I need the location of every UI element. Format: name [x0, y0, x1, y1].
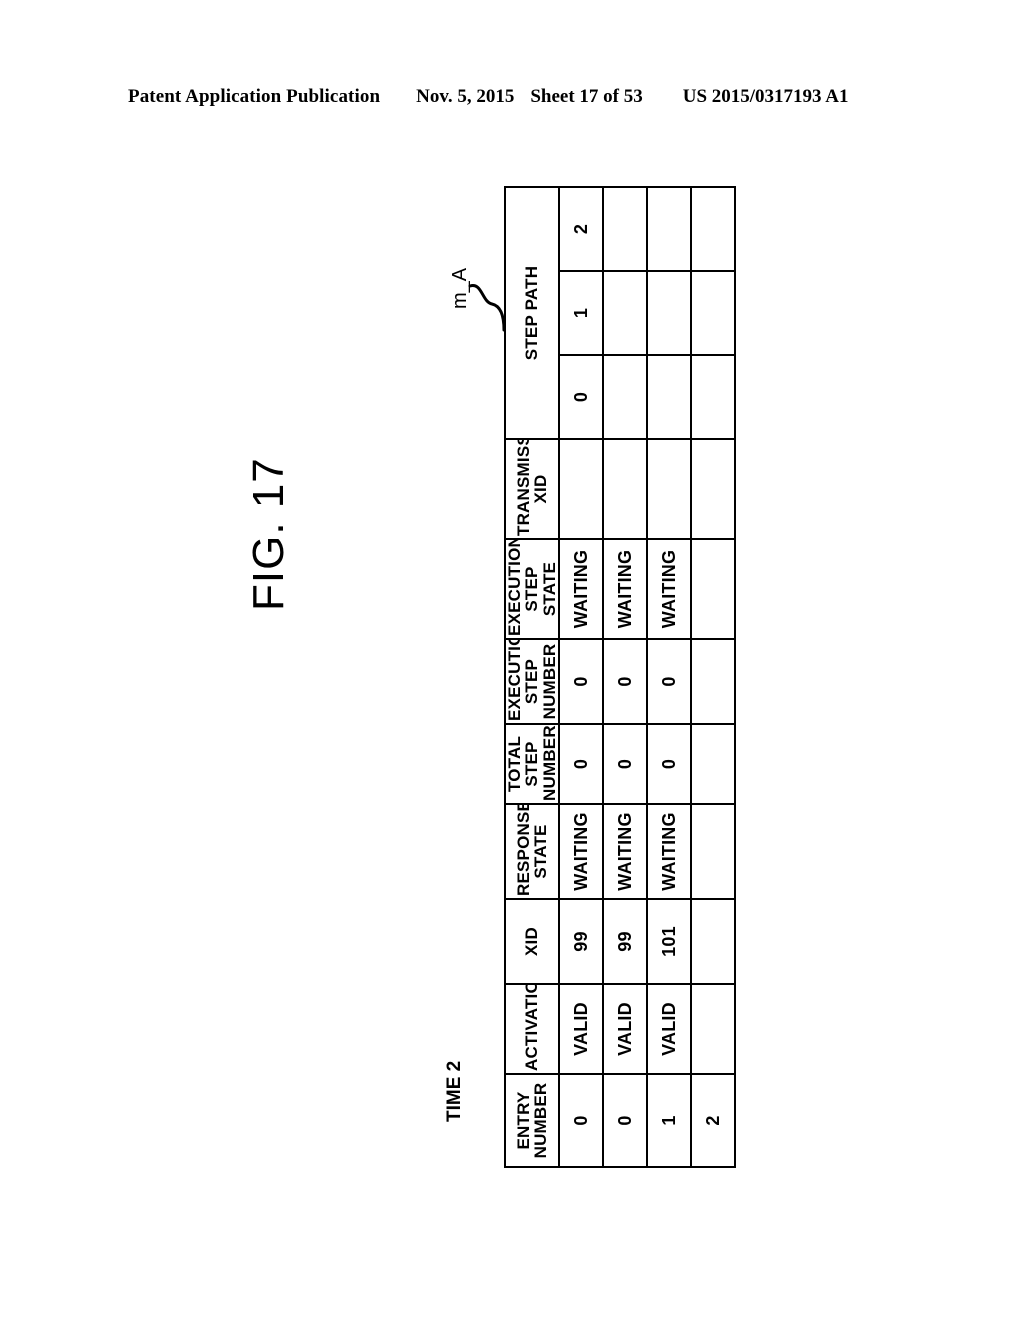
cell-execution-step-number: [690, 639, 735, 724]
header-total-step-number-line3: NUMBER: [539, 725, 559, 801]
publication-date: Nov. 5, 2015: [416, 86, 515, 107]
entry-table: ENTRY NUMBER ACTIVATION XID RESPONSE STA…: [504, 186, 736, 1168]
header-execution-step-number-line1: EXECUTION: [505, 639, 524, 721]
header-step-path: STEP PATH: [505, 186, 559, 439]
cell-step-path-1: 1: [558, 271, 603, 355]
header-total-step-number-line1: TOTAL: [505, 735, 524, 793]
cell-activation: [690, 984, 735, 1074]
cell-xid: [690, 899, 735, 984]
cell-response-state: WAITING: [646, 804, 691, 899]
page-header: Patent Application Publication Nov. 5, 2…: [128, 86, 896, 108]
cell-step-path-1: [602, 271, 647, 355]
header-total-step-number: TOTAL STEP NUMBER: [505, 724, 559, 804]
cell-xid: 99: [558, 899, 603, 984]
header-transmission-xid-line2: XID: [530, 474, 550, 504]
table-row: 1 VALID 101 WAITING 0 0 WAITING: [646, 186, 691, 1167]
header-execution-step-number-line2: STEP: [522, 658, 542, 705]
cell-transmission-xid: [602, 439, 647, 539]
header-xid: XID: [505, 899, 559, 984]
cell-response-state: WAITING: [602, 804, 647, 899]
header-execution-step-state-line2: STEP STATE: [522, 561, 559, 617]
cell-total-step-number: [690, 724, 735, 804]
header-execution-step-number-line3: NUMBER: [539, 643, 559, 720]
cell-step-path-1: [690, 271, 735, 355]
cell-step-path-0: 0: [558, 355, 603, 439]
header-activation: ACTIVATION: [505, 984, 559, 1074]
publication-label: Patent Application Publication: [128, 86, 381, 107]
cell-step-path-1: [646, 271, 691, 355]
cell-entry-number: 0: [602, 1074, 647, 1167]
header-response-state: RESPONSE STATE: [505, 804, 559, 899]
sheet-number: Sheet 17 of 53: [530, 86, 643, 107]
cell-transmission-xid: [646, 439, 691, 539]
cell-entry-number: 0: [558, 1074, 603, 1167]
header-transmission-xid-line1: TRANSMISSION: [513, 439, 533, 536]
header-execution-step-state-line1: EXECUTION: [505, 539, 524, 636]
cell-execution-step-number: 0: [602, 639, 647, 724]
cell-step-path-0: [602, 355, 647, 439]
cell-activation: VALID: [646, 984, 691, 1074]
cell-xid: 99: [602, 899, 647, 984]
cell-execution-step-number: 0: [646, 639, 691, 724]
figure-title: FIG. 17: [244, 457, 293, 611]
cell-step-path-2: 2: [558, 186, 603, 271]
cell-step-path-2: [646, 186, 691, 271]
header-execution-step-number: EXECUTION STEP NUMBER: [505, 639, 559, 724]
header-total-step-number-line2: STEP: [522, 741, 542, 787]
cell-execution-step-state: WAITING: [602, 539, 647, 639]
cell-response-state: [690, 804, 735, 899]
reference-label-ma: m_A: [448, 267, 471, 309]
time-label: TIME 2: [444, 1060, 465, 1122]
cell-step-path-2: [690, 186, 735, 271]
header-entry-number: ENTRY NUMBER: [505, 1074, 559, 1167]
cell-activation: VALID: [602, 984, 647, 1074]
cell-total-step-number: 0: [646, 724, 691, 804]
table-row: 0 VALID 99 WAITING 0 0 WAITING 0 1 2: [558, 186, 603, 1167]
header-entry-number-line1: ENTRY: [513, 1091, 533, 1150]
cell-total-step-number: 0: [558, 724, 603, 804]
cell-execution-step-state: WAITING: [558, 539, 603, 639]
header-execution-step-state: EXECUTION STEP STATE: [505, 539, 559, 639]
table-header-row: ENTRY NUMBER ACTIVATION XID RESPONSE STA…: [505, 186, 559, 1167]
entry-table-container: ENTRY NUMBER ACTIVATION XID RESPONSE STA…: [504, 186, 735, 1168]
cell-execution-step-state: WAITING: [646, 539, 691, 639]
header-transmission-xid: TRANSMISSION XID: [505, 439, 559, 539]
cell-transmission-xid: [690, 439, 735, 539]
cell-xid: 101: [646, 899, 691, 984]
cell-response-state: WAITING: [558, 804, 603, 899]
patent-number: US 2015/0317193 A1: [682, 86, 849, 107]
header-entry-number-line2: NUMBER: [530, 1082, 550, 1159]
table-row: 2: [690, 186, 735, 1167]
cell-entry-number: 1: [646, 1074, 691, 1167]
cell-step-path-0: [646, 355, 691, 439]
cell-execution-step-number: 0: [558, 639, 603, 724]
cell-total-step-number: 0: [602, 724, 647, 804]
table-row: 0 VALID 99 WAITING 0 0 WAITING: [602, 186, 647, 1167]
header-response-state-line1: RESPONSE: [513, 804, 533, 896]
cell-activation: VALID: [558, 984, 603, 1074]
cell-step-path-2: [602, 186, 647, 271]
cell-transmission-xid: [558, 439, 603, 539]
header-response-state-line2: STATE: [530, 824, 550, 879]
cell-step-path-0: [690, 355, 735, 439]
cell-entry-number: 2: [690, 1074, 735, 1167]
cell-execution-step-state: [690, 539, 735, 639]
